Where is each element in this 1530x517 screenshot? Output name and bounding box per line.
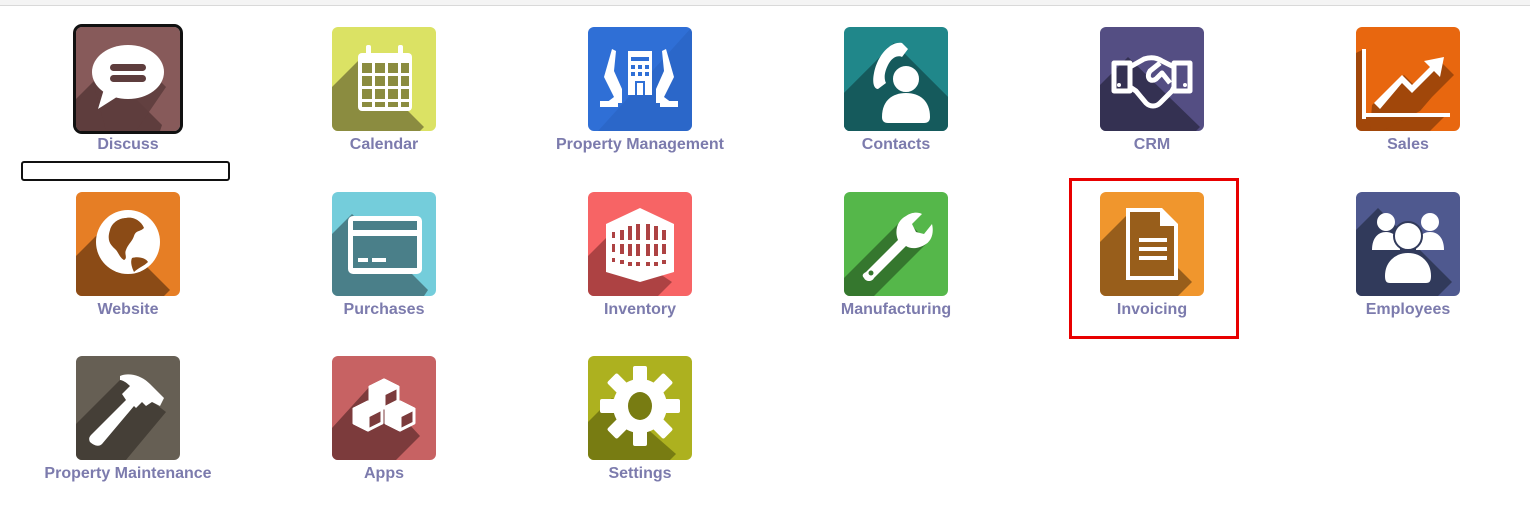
contacts-tile: [844, 27, 948, 131]
app-property-maintenance[interactable]: Property Maintenance: [0, 356, 256, 516]
employees-tile: [1356, 192, 1460, 296]
app-label: Manufacturing: [840, 301, 952, 318]
app-label: Website: [97, 301, 159, 318]
apps-cubes-icon: [332, 378, 420, 460]
globe-icon: [76, 210, 170, 296]
app-label: Settings: [608, 465, 672, 482]
app-contacts[interactable]: Contacts: [768, 27, 1024, 187]
app-crm[interactable]: CRM: [1024, 27, 1280, 187]
website-tile: [76, 192, 180, 296]
sales-tile: [1356, 27, 1460, 131]
app-purchases[interactable]: Purchases: [256, 192, 512, 352]
invoice-document-icon: [1100, 208, 1192, 296]
app-label: Apps: [364, 465, 404, 482]
contacts-icon: [844, 42, 948, 131]
app-employees[interactable]: Employees: [1280, 192, 1530, 352]
crm-handshake-icon: [1100, 55, 1200, 131]
hammer-icon: [76, 374, 166, 460]
app-settings[interactable]: Settings: [512, 356, 768, 516]
calendar-tile: [332, 27, 436, 131]
discuss-focus-ring: [21, 161, 230, 181]
app-label: CRM: [1133, 136, 1171, 153]
app-invoicing[interactable]: Invoicing: [1024, 192, 1280, 352]
apps-tile: [332, 356, 436, 460]
app-label: Inventory: [603, 301, 676, 318]
app-label: Property Maintenance: [44, 465, 212, 482]
app-sales[interactable]: Sales: [1280, 27, 1530, 187]
app-label: Sales: [1387, 136, 1429, 153]
app-inventory[interactable]: Inventory: [512, 192, 768, 352]
app-label: Employees: [1365, 301, 1451, 318]
crm-tile: [1100, 27, 1204, 131]
calendar-icon: [332, 45, 424, 131]
manufacturing-tile: [844, 192, 948, 296]
property-maintenance-tile: [76, 356, 180, 460]
app-label: Property Management: [555, 136, 725, 153]
app-label: Calendar: [349, 136, 419, 153]
settings-tile: [588, 356, 692, 460]
credit-card-icon: [332, 214, 428, 296]
app-website[interactable]: Website: [0, 192, 256, 352]
app-label: Discuss: [97, 136, 159, 153]
discuss-icon: [76, 45, 166, 131]
property-management-tile: [588, 27, 692, 131]
app-label: Invoicing: [1116, 301, 1188, 318]
employees-group-icon: [1356, 208, 1452, 296]
inventory-tile: [588, 192, 692, 296]
app-discuss[interactable]: Discuss: [0, 24, 256, 187]
discuss-tile: [73, 24, 183, 134]
property-management-icon: [598, 27, 692, 131]
app-apps[interactable]: Apps: [256, 356, 512, 516]
sales-chart-icon: [1356, 49, 1454, 131]
app-label: Purchases: [343, 301, 425, 318]
apps-grid: Discuss Calendar Property Management Con…: [0, 0, 1530, 517]
app-manufacturing[interactable]: Manufacturing: [768, 192, 1024, 352]
warehouse-icon: [588, 208, 674, 296]
app-label: Contacts: [861, 136, 931, 153]
settings-gear-icon: [588, 366, 680, 460]
app-calendar[interactable]: Calendar: [256, 27, 512, 187]
wrench-icon: [844, 212, 933, 296]
invoicing-tile: [1100, 192, 1204, 296]
app-property-management[interactable]: Property Management: [512, 27, 768, 187]
purchases-tile: [332, 192, 436, 296]
